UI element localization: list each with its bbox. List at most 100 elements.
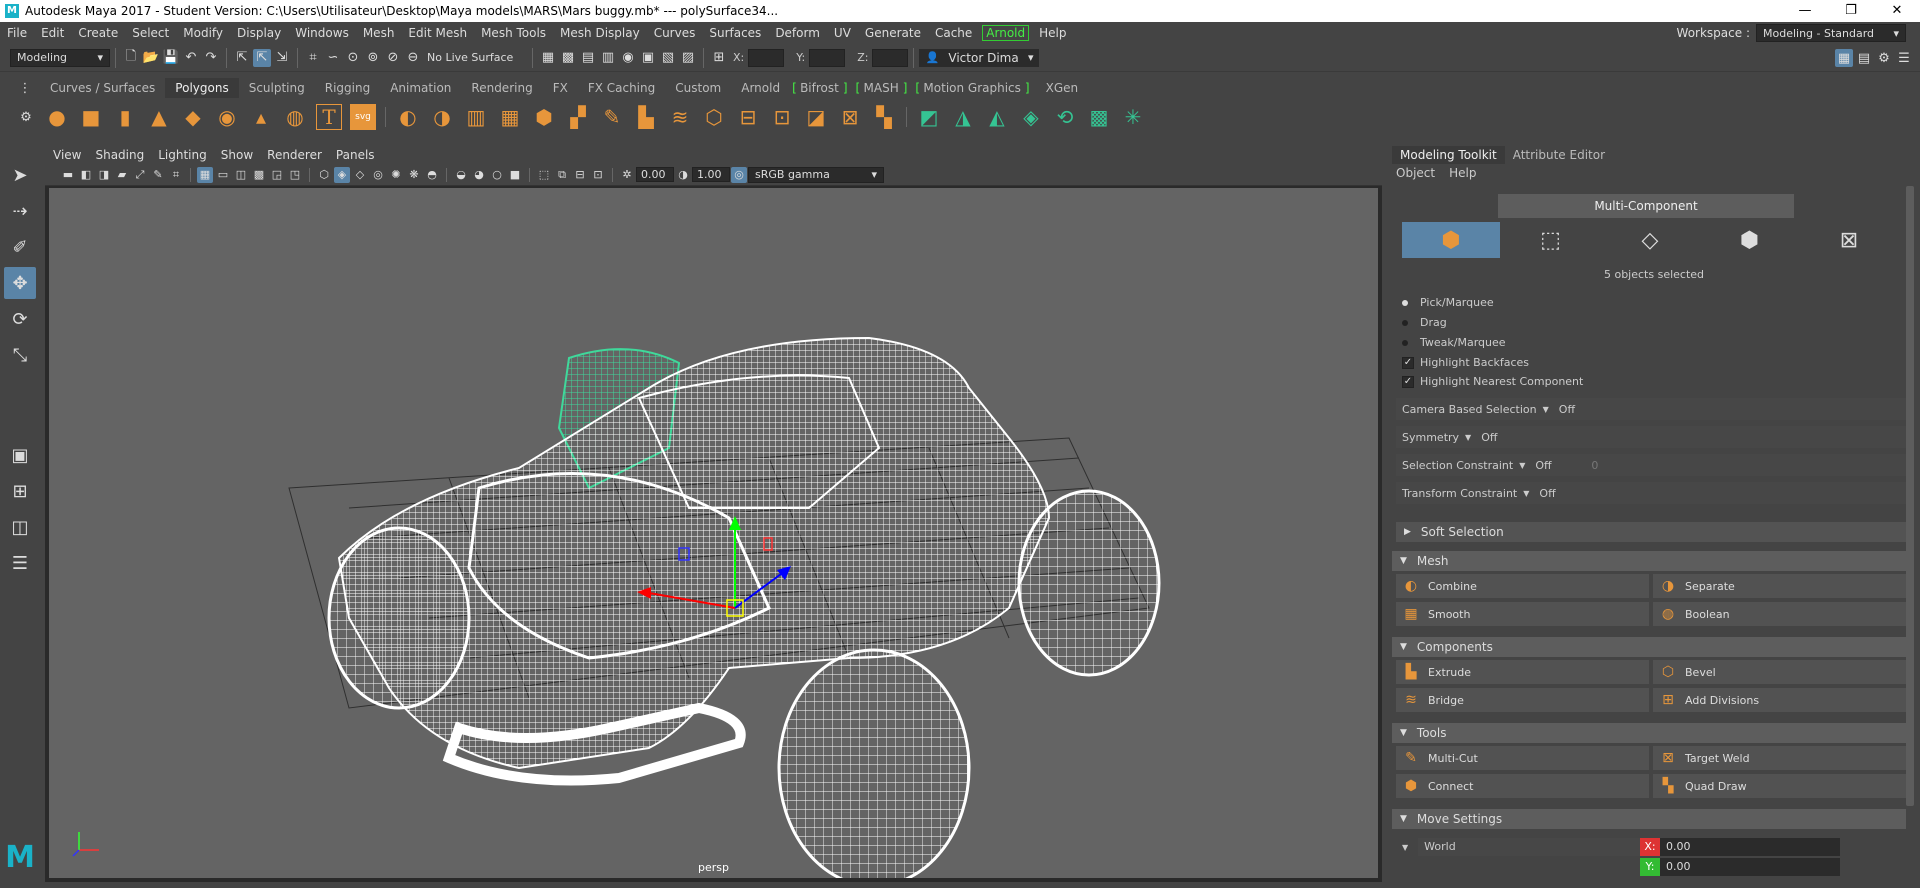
panel-scrollbar[interactable] xyxy=(1906,186,1914,806)
tweak-marquee-option[interactable]: Tweak/Marquee xyxy=(1402,336,1506,349)
viewport-menu-panels[interactable]: Panels xyxy=(336,148,375,162)
space-dropdown[interactable]: ▼ World xyxy=(1396,838,1656,856)
vertex-mode-icon[interactable]: ⬚ xyxy=(1502,222,1600,258)
shelf-tab-sculpting[interactable]: Sculpting xyxy=(239,78,315,98)
shelf-tab-rendering[interactable]: Rendering xyxy=(461,78,542,98)
soft-selection-section[interactable]: ▶ Soft Selection xyxy=(1396,522,1906,542)
shelf-tab-motion-graphics[interactable]: Motion Graphics xyxy=(913,78,1035,98)
shadows-icon[interactable]: ◳ xyxy=(287,167,303,183)
menu-modify[interactable]: Modify xyxy=(176,26,230,40)
tool-settings-toggle-icon[interactable]: ⚙ xyxy=(1875,49,1893,67)
spherical-mapping-icon[interactable]: ◭ xyxy=(984,104,1010,130)
multi-cut-icon[interactable]: ✎ xyxy=(599,104,625,130)
isolate-select-icon[interactable]: ⬡ xyxy=(316,167,332,183)
shelf-tab-arnold[interactable]: Arnold xyxy=(731,78,790,98)
snap-point-icon[interactable]: ⊙ xyxy=(344,49,362,67)
tab-attribute-editor[interactable]: Attribute Editor xyxy=(1505,146,1613,164)
gamma-field[interactable]: 1.00 xyxy=(692,167,730,182)
components-section-header[interactable]: ▼ Components xyxy=(1392,637,1906,657)
snap-projected-center-icon[interactable]: ⊚ xyxy=(364,49,382,67)
z-input[interactable] xyxy=(872,48,909,67)
frame-all-icon[interactable]: ⊡ xyxy=(590,167,606,183)
rotate-tool-icon[interactable]: ⟳ xyxy=(4,303,36,335)
symmetry-row[interactable]: Symmetry ▼ Off xyxy=(1396,426,1906,448)
poly-plane-icon[interactable]: ◆ xyxy=(180,104,206,130)
user-account-dropdown[interactable]: 👤 Victor Dima ▾ xyxy=(919,48,1040,67)
outliner-layout-icon[interactable]: ☰ xyxy=(4,547,36,579)
fill-hole-icon[interactable]: ▞ xyxy=(565,104,591,130)
uv-layout-icon[interactable]: ✳ xyxy=(1120,104,1146,130)
shelf-tab-custom[interactable]: Custom xyxy=(665,78,731,98)
menu-windows[interactable]: Windows xyxy=(288,26,356,40)
film-gate-icon[interactable]: ⊟ xyxy=(572,167,588,183)
menu-file[interactable]: File xyxy=(0,26,34,40)
gamma-icon[interactable]: ◑ xyxy=(675,167,691,183)
smooth-shade-icon[interactable]: ▭ xyxy=(215,167,231,183)
menu-mesh-tools[interactable]: Mesh Tools xyxy=(474,26,553,40)
uv-mode-icon[interactable]: ⊠ xyxy=(1800,222,1898,258)
object-mode-icon[interactable]: ⬢ xyxy=(1402,222,1500,258)
exposure-icon[interactable]: ✲ xyxy=(619,167,635,183)
open-scene-icon[interactable]: 📂 xyxy=(142,49,160,67)
menu-generate[interactable]: Generate xyxy=(858,26,928,40)
menu-edit-mesh[interactable]: Edit Mesh xyxy=(401,26,474,40)
side-by-side-layout-icon[interactable]: ◫ xyxy=(4,511,36,543)
extrude-icon[interactable]: ▙ xyxy=(633,104,659,130)
shelf-settings-icon[interactable]: ⚙ xyxy=(17,108,35,126)
boolean-button[interactable]: ◍ Boolean xyxy=(1653,602,1906,626)
poly-prism-icon[interactable]: ▴ xyxy=(248,104,274,130)
modeling-toolkit-toggle-icon[interactable]: ▦ xyxy=(1835,49,1853,67)
scale-tool-icon[interactable]: ⤡ xyxy=(4,339,36,371)
render-arnold-icon[interactable]: ▣ xyxy=(639,49,657,67)
poly-cone-icon[interactable]: ▲ xyxy=(146,104,172,130)
edge-mode-icon[interactable]: ◇ xyxy=(1601,222,1699,258)
average-vertices-icon[interactable]: ⬢ xyxy=(531,104,557,130)
poly-torus-icon[interactable]: ◉ xyxy=(214,104,240,130)
camera-select-icon[interactable]: ▬ xyxy=(60,167,76,183)
2d-pan-zoom-icon[interactable]: ⤢ xyxy=(132,167,148,183)
uv-checker-icon[interactable]: ▩ xyxy=(1086,104,1112,130)
pick-marquee-option[interactable]: Pick/Marquee xyxy=(1402,296,1494,309)
render-frame-icon[interactable]: ▩ xyxy=(559,49,577,67)
wireframe-icon[interactable]: ▦ xyxy=(197,166,213,183)
move-x-field[interactable]: X: 0.00 xyxy=(1640,838,1840,856)
lasso-tool-icon[interactable]: ⇢ xyxy=(4,195,36,227)
poly-cube-icon[interactable]: ■ xyxy=(78,104,104,130)
highlight-nearest-checkbox[interactable]: ✓ Highlight Nearest Component xyxy=(1402,375,1583,388)
menu-set-dropdown[interactable]: Modeling ▾ xyxy=(10,48,110,67)
grease-pencil-icon[interactable]: ✎ xyxy=(150,167,166,183)
bevel-button[interactable]: ⬡ Bevel xyxy=(1653,660,1906,684)
menu-arnold[interactable]: Arnold xyxy=(982,25,1030,41)
use-all-lights-icon[interactable]: ◲ xyxy=(269,167,285,183)
shelf-tab-xgen[interactable]: XGen xyxy=(1036,78,1089,98)
exposure-field[interactable]: 0.00 xyxy=(636,167,674,182)
render-view-icon[interactable]: ▦ xyxy=(539,49,557,67)
xray-joints-icon[interactable]: ◇ xyxy=(352,167,368,183)
quad-draw-button[interactable]: ▚ Quad Draw xyxy=(1653,774,1906,798)
poly-cylinder-icon[interactable]: ▮ xyxy=(112,104,138,130)
menu-surfaces[interactable]: Surfaces xyxy=(702,26,768,40)
viewport-menu-show[interactable]: Show xyxy=(221,148,253,162)
make-live-icon[interactable]: ⊖ xyxy=(404,49,422,67)
shelf-tab-rigging[interactable]: Rigging xyxy=(315,78,380,98)
render-settings-icon[interactable]: ▥ xyxy=(599,49,617,67)
shelf-tab-animation[interactable]: Animation xyxy=(380,78,461,98)
selection-constraint-row[interactable]: Selection Constraint ▼ Off 0 xyxy=(1396,454,1906,476)
target-weld-icon[interactable]: ⊠ xyxy=(837,104,863,130)
menu-help[interactable]: Help xyxy=(1032,26,1073,40)
extract-icon[interactable]: ▥ xyxy=(463,104,489,130)
new-scene-icon[interactable]: 🗋 xyxy=(122,49,140,67)
undo-icon[interactable]: ↶ xyxy=(182,49,200,67)
poly-text-icon[interactable]: T xyxy=(316,104,342,130)
gate-mask-icon[interactable]: ○ xyxy=(489,167,505,183)
target-weld-button[interactable]: ⊠ Target Weld xyxy=(1653,746,1906,770)
select-tool-icon[interactable]: ➤ xyxy=(4,159,36,191)
combine-button[interactable]: ◐ Combine xyxy=(1396,574,1649,598)
menu-mesh-display[interactable]: Mesh Display xyxy=(553,26,647,40)
depth-of-field-icon[interactable]: ◓ xyxy=(424,167,440,183)
y-input[interactable] xyxy=(809,48,846,67)
drag-option[interactable]: Drag xyxy=(1402,316,1447,329)
redo-icon[interactable]: ↷ xyxy=(202,49,220,67)
paint-select-tool-icon[interactable]: ✐ xyxy=(4,231,36,263)
multisample-aa-icon[interactable]: ❋ xyxy=(406,167,422,183)
